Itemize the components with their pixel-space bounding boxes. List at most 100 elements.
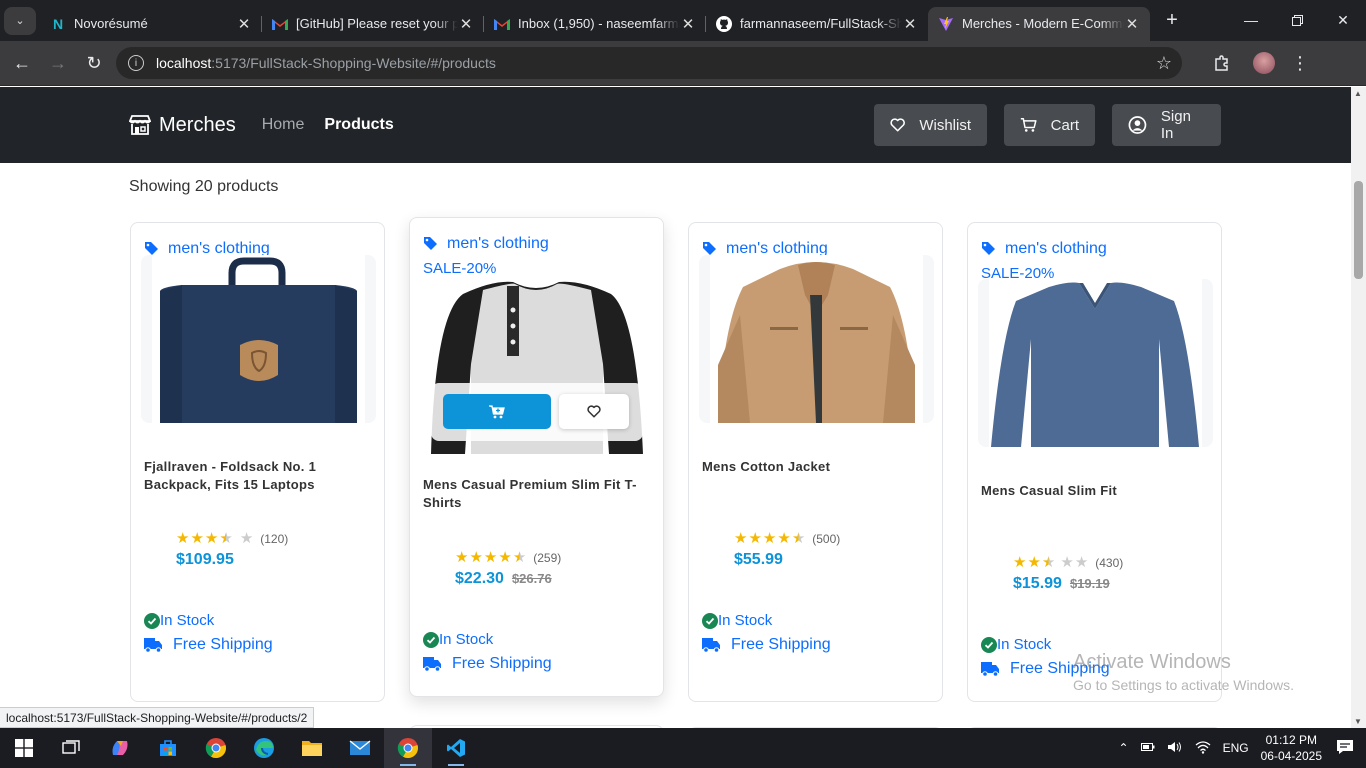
star-icon: ★ — [762, 530, 777, 547]
scroll-down-icon[interactable]: ▼ — [1354, 717, 1362, 726]
gmail-icon — [494, 16, 510, 32]
product-image[interactable] — [699, 255, 934, 423]
jacket-image — [710, 255, 923, 423]
product-category: men's clothing — [981, 240, 1107, 258]
stock-status: In Stock — [423, 631, 493, 648]
battery-icon[interactable] — [1140, 741, 1155, 755]
star-empty-icon: ★ — [239, 530, 254, 547]
mail-icon[interactable] — [336, 728, 384, 768]
shipping-label: Free Shipping — [173, 636, 273, 653]
show-hidden-icons-icon[interactable]: ⌃ — [1119, 741, 1129, 755]
task-view-icon[interactable] — [48, 728, 96, 768]
check-circle-icon — [423, 631, 439, 648]
clock-time: 01:12 PM — [1265, 733, 1317, 747]
minimize-icon[interactable]: — — [1228, 0, 1274, 40]
address-bar[interactable]: i localhost:5173/FullStack-Shopping-Webs… — [116, 47, 1182, 79]
original-price: $26.76 — [511, 571, 552, 586]
link-status-bubble: localhost:5173/FullStack-Shopping-Websit… — [0, 707, 315, 728]
product-card[interactable]: men's clothing Fjallraven - Foldsack No.… — [130, 222, 385, 702]
cart-button[interactable]: Cart — [1004, 104, 1095, 146]
back-icon[interactable]: ← — [4, 45, 40, 81]
shipping-label: Free Shipping — [452, 655, 552, 672]
tab-title: Novorésumé — [74, 16, 148, 31]
rating-count: (259) — [533, 550, 562, 565]
brand-link[interactable]: Merches — [129, 114, 236, 137]
clock-date: 06-04-2025 — [1260, 749, 1322, 763]
product-name[interactable]: Mens Casual Slim Fit — [981, 482, 1211, 500]
product-name[interactable]: Fjallraven - Foldsack No. 1 Backpack, Fi… — [144, 458, 374, 494]
novoresume-icon: N — [52, 15, 64, 32]
product-price: $55.99 — [734, 551, 783, 569]
window-controls: — ✕ — [1228, 0, 1366, 40]
close-tab-icon[interactable]: ✕ — [902, 15, 918, 33]
extensions-icon[interactable] — [1204, 45, 1240, 81]
product-card[interactable]: men's clothing Mens Cotton Jacket ★ ★ ★ ★ ★ … — [688, 222, 943, 702]
close-window-icon[interactable]: ✕ — [1320, 0, 1366, 40]
product-image[interactable] — [141, 255, 376, 423]
profile-avatar[interactable] — [1246, 45, 1282, 81]
language-indicator[interactable]: ENG — [1223, 741, 1249, 755]
chrome-icon[interactable] — [192, 728, 240, 768]
reload-icon[interactable]: ↻ — [76, 45, 112, 81]
bookmark-star-icon[interactable]: ☆ — [1156, 54, 1172, 72]
browser-menu-icon[interactable]: ⋮ — [1282, 45, 1318, 81]
close-tab-icon[interactable]: ✕ — [1124, 15, 1140, 33]
browser-tab-active[interactable]: Merches - Modern E-Commerce ✕ — [928, 6, 1150, 41]
current-price: $109.95 — [176, 551, 234, 568]
scroll-up-icon[interactable]: ▲ — [1354, 89, 1362, 98]
site-info-icon[interactable]: i — [128, 55, 144, 71]
sign-in-button[interactable]: Sign In — [1112, 104, 1221, 146]
product-name[interactable]: Mens Casual Premium Slim Fit T-Shirts — [423, 476, 653, 512]
star-empty-icon: ★ — [1060, 554, 1074, 571]
forward-icon[interactable]: → — [40, 45, 76, 81]
current-price: $22.30 — [455, 570, 504, 587]
wishlist-button[interactable]: Wishlist — [874, 104, 987, 146]
close-tab-icon[interactable]: ✕ — [458, 15, 474, 33]
system-clock[interactable]: 01:12 PM 06-04-2025 — [1261, 732, 1322, 764]
product-name[interactable]: Mens Cotton Jacket — [702, 458, 932, 476]
nav-home-link[interactable]: Home — [262, 116, 305, 134]
star-icon: ★ — [204, 530, 219, 547]
nav-products-link[interactable]: Products — [324, 116, 393, 134]
windows-start-icon[interactable] — [0, 728, 48, 768]
copilot-icon[interactable] — [96, 728, 144, 768]
current-price: $55.99 — [734, 551, 783, 568]
add-to-wishlist-button[interactable] — [559, 394, 629, 429]
heart-icon — [890, 118, 905, 132]
volume-icon[interactable] — [1167, 741, 1183, 756]
vscode-icon[interactable] — [432, 728, 480, 768]
star-icon: ★ — [777, 530, 791, 547]
close-tab-icon[interactable]: ✕ — [236, 15, 252, 33]
browser-tab[interactable]: farmannaseem/FullStack-Shopping ✕ — [706, 7, 928, 41]
microsoft-store-icon[interactable] — [144, 728, 192, 768]
browser-tab[interactable]: [GitHub] Please reset your password ✕ — [262, 7, 484, 41]
add-to-cart-button[interactable] — [443, 394, 551, 429]
product-image[interactable] — [978, 279, 1213, 447]
file-explorer-icon[interactable] — [288, 728, 336, 768]
category-label: men's clothing — [1005, 240, 1107, 257]
scrollbar-thumb[interactable] — [1354, 181, 1363, 279]
product-card[interactable]: men's clothing SALE-20% Mens Casual Slim… — [967, 222, 1222, 702]
stock-status: In Stock — [702, 612, 772, 629]
browser-tab[interactable]: N Novorésumé ✕ — [40, 7, 262, 41]
browser-tab[interactable]: Inbox (1,950) - naseemfarman ✕ — [484, 7, 706, 41]
notifications-icon[interactable] — [1336, 739, 1354, 758]
star-icon: ★ — [1027, 554, 1041, 571]
product-card-hovered[interactable]: men's clothing SALE-20% Mens Casual Prem… — [409, 217, 664, 697]
navbar-actions: Wishlist Cart Sign In — [874, 104, 1221, 146]
tab-search-button[interactable]: ⌄ — [4, 6, 36, 35]
product-price: $15.99 $19.19 — [1013, 575, 1110, 593]
edge-icon[interactable] — [240, 728, 288, 768]
tags-icon — [982, 242, 995, 255]
close-tab-icon[interactable]: ✕ — [680, 15, 696, 33]
tab-title: Merches - Modern E-Commerce — [962, 16, 1124, 31]
restore-icon[interactable] — [1274, 0, 1320, 40]
new-tab-button[interactable]: + — [1158, 7, 1186, 35]
tab-title: [GitHub] Please reset your password — [296, 16, 458, 31]
product-rating: ★ ★ ★ ★ ★ (500) — [734, 531, 840, 546]
windows-activation-watermark: Activate Windows Go to Settings to activ… — [1073, 651, 1294, 693]
page-scrollbar[interactable]: ▲ ▼ — [1351, 87, 1366, 728]
quick-actions-overlay — [431, 383, 643, 441]
wifi-icon[interactable] — [1195, 740, 1211, 757]
chrome-running-icon[interactable] — [384, 728, 432, 768]
